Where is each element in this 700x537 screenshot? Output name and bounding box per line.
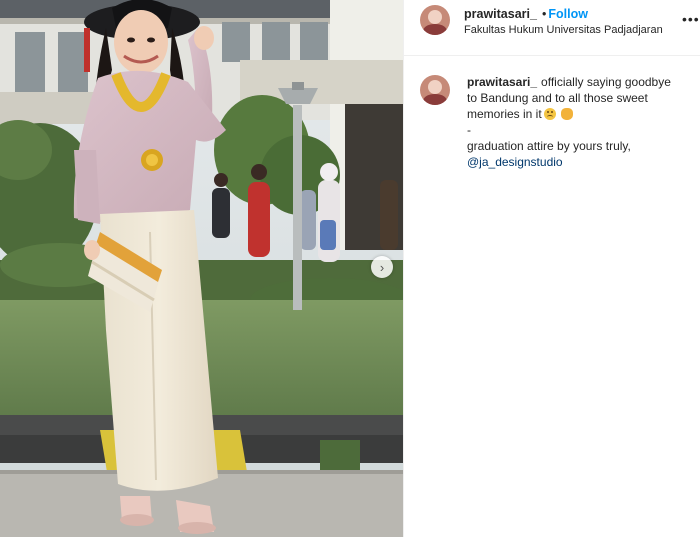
mention-link[interactable]: @ja_designstudio <box>467 155 563 169</box>
follow-button[interactable]: Follow <box>548 7 588 21</box>
caption-line-2: to Bandung and to all those sweet <box>467 91 648 105</box>
clapping-hands-icon <box>561 108 574 120</box>
caption-line-6: @ja_designstudio <box>467 154 693 170</box>
caption-line-4: - <box>467 123 471 137</box>
post-header: prawitasari_ • Follow Fakultas Hukum Unive… <box>404 0 700 56</box>
more-options-icon[interactable]: ••• <box>682 12 700 26</box>
caption-text: prawitasari_ officially saying goodbye to… <box>467 74 693 170</box>
caption-line-5: graduation attire by yours truly, <box>467 139 631 153</box>
avatar[interactable] <box>420 5 450 35</box>
location-link[interactable]: Fakultas Hukum Universitas Padjadjaran <box>464 24 663 36</box>
caption-text-1: officially saying goodbye <box>541 75 671 89</box>
chevron-right-icon: › <box>379 259 385 275</box>
separator-dot: • <box>541 7 547 21</box>
caption-text-3: memories in it <box>467 107 542 121</box>
carousel-next-button[interactable]: › <box>371 256 393 278</box>
header-username-row: prawitasari_ • Follow <box>464 7 588 21</box>
post-side-panel: prawitasari_ • Follow Fakultas Hukum Unive… <box>403 0 700 537</box>
caption-line-1: prawitasari_ officially saying goodbye <box>467 74 693 90</box>
post-photo[interactable]: › <box>0 0 403 537</box>
caption-username-link[interactable]: prawitasari_ <box>467 75 537 89</box>
caption-avatar[interactable] <box>420 75 450 105</box>
caption-line-3: memories in it <box>467 106 693 122</box>
sad-face-icon <box>543 108 556 120</box>
header-username-link[interactable]: prawitasari_ <box>464 7 537 21</box>
graduation-photo <box>0 0 403 537</box>
